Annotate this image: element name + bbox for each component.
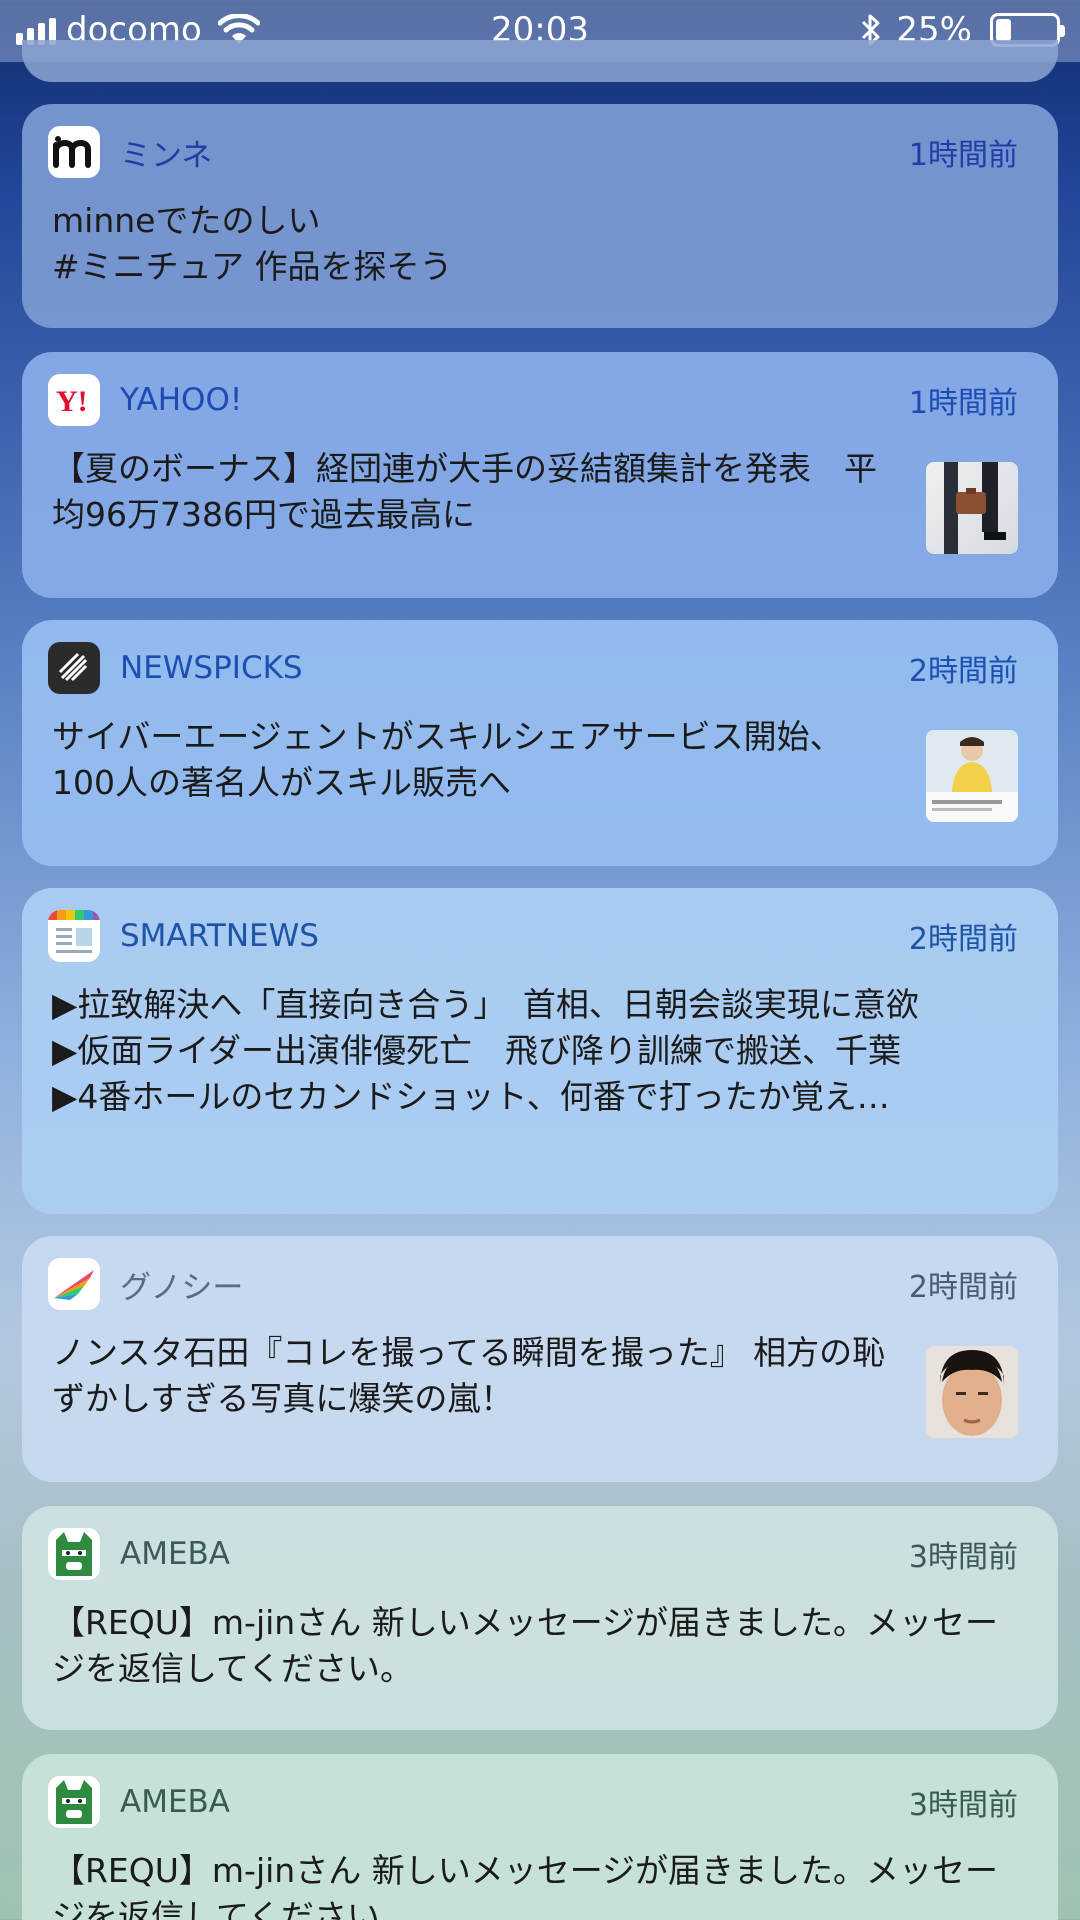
notification-text: サイバーエージェントがスキルシェアサービス開始、100人の著名人がスキル販売へ: [52, 717, 843, 802]
businessman-thumbnail: [926, 462, 1018, 554]
person-thumbnail: [926, 730, 1018, 822]
ameba-icon: [48, 1528, 100, 1580]
app-name: AMEBA: [120, 1536, 231, 1572]
yahoo-icon: Y!: [48, 374, 100, 426]
notification-text: 【REQU】m-jinさん 新しいメッセージが届きました。メッセージを返信してく…: [52, 1603, 999, 1688]
minne-icon: [48, 126, 100, 178]
notification-card[interactable]: AMEBA 3時間前 【REQU】m-jinさん 新しいメッセージが届きました。…: [22, 1754, 1058, 1920]
app-name: YAHOO!: [120, 382, 243, 418]
notification-card[interactable]: Y! YAHOO! 1時間前 【夏のボーナス】経団連が大手の妥結額集計を発表 平…: [22, 352, 1058, 598]
ameba-icon: [48, 1776, 100, 1828]
app-name: AMEBA: [120, 1784, 231, 1820]
notification-time: 3時間前: [908, 1540, 1018, 1575]
app-name: NEWSPICKS: [120, 650, 303, 686]
notification-time: 1時間前: [908, 138, 1018, 173]
smartnews-icon: [48, 910, 100, 962]
app-name: ミンネ: [120, 137, 213, 174]
face-thumbnail: [926, 1346, 1018, 1438]
notification-card[interactable]: グノシー 2時間前 ノンスタ石田『コレを撮ってる瞬間を撮った』 相方の恥ずかしす…: [22, 1236, 1058, 1482]
notification-text: 【REQU】m-jinさん 新しいメッセージが届きました。メッセージを返信してく…: [52, 1851, 999, 1920]
battery-level: [996, 19, 1011, 41]
svg-text:Y!: Y!: [56, 385, 88, 417]
app-name: グノシー: [120, 1269, 244, 1306]
notification-time: 3時間前: [908, 1788, 1018, 1823]
notification-text: 【夏のボーナス】経団連が大手の妥結額集計を発表 平均96万7386円で過去最高に: [52, 449, 877, 534]
gunosy-icon: [48, 1258, 100, 1310]
notification-text: ノンスタ石田『コレを撮ってる瞬間を撮った』 相方の恥ずかしすぎる写真に爆笑の嵐！: [52, 1333, 886, 1418]
notification-time: 2時間前: [908, 1270, 1018, 1305]
notification-card[interactable]: NEWSPICKS 2時間前 サイバーエージェントがスキルシェアサービス開始、1…: [22, 620, 1058, 866]
notification-card[interactable]: AMEBA 3時間前 【REQU】m-jinさん 新しいメッセージが届きました。…: [22, 1506, 1058, 1730]
newspicks-icon: [48, 642, 100, 694]
previous-notification-edge[interactable]: [22, 40, 1058, 82]
notification-time: 2時間前: [908, 654, 1018, 689]
notification-card[interactable]: SMARTNEWS 2時間前 ▶拉致解決へ「直接向き合う」 首相、日朝会談実現に…: [22, 888, 1058, 1214]
app-name: SMARTNEWS: [120, 918, 319, 954]
notification-time: 1時間前: [908, 386, 1018, 421]
notification-text: ▶拉致解決へ「直接向き合う」 首相、日朝会談実現に意欲 ▶仮面ライダー出演俳優死…: [52, 985, 919, 1116]
notification-text: minneでたのしい #ミニチュア 作品を探そう: [52, 201, 453, 286]
notification-card[interactable]: ミンネ 1時間前 minneでたのしい #ミニチュア 作品を探そう: [22, 104, 1058, 328]
notification-time: 2時間前: [908, 922, 1018, 957]
